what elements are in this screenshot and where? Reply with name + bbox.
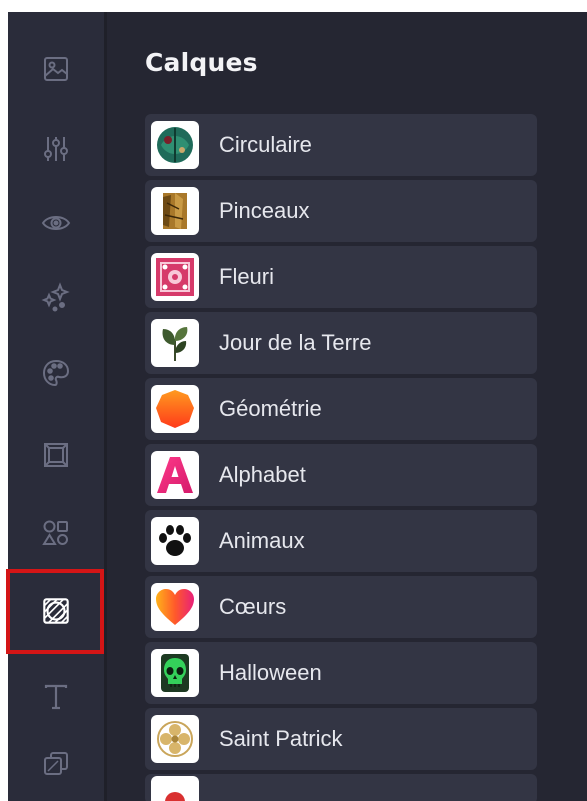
- overlay-category-item[interactable]: Jour de la Terre: [145, 312, 537, 374]
- overlay-category-item[interactable]: Halloween: [145, 642, 537, 704]
- category-label: Halloween: [219, 660, 322, 685]
- category-thumbnail: [151, 451, 199, 499]
- palette-icon: [42, 359, 70, 387]
- floral-pattern-icon: [156, 258, 194, 296]
- category-thumbnail: [151, 583, 199, 631]
- adjustments-sliders-icon: [44, 137, 68, 161]
- category-label: Circulaire: [219, 132, 312, 157]
- circular-leaf-icon: [157, 127, 193, 163]
- category-label: Géométrie: [219, 396, 322, 421]
- overlay-category-item[interactable]: Saint Patrick: [145, 708, 537, 770]
- overlay-category-item[interactable]: Fleuri: [145, 246, 537, 308]
- tool-sidebar: [6, 12, 104, 801]
- polygon-icon: [156, 390, 194, 428]
- leaves-icon: [162, 327, 188, 361]
- tool-adjustments[interactable]: [8, 120, 104, 178]
- panel-title: Calques: [145, 48, 258, 77]
- overlay-category-item[interactable]: Cœurs: [145, 576, 537, 638]
- category-label: Pinceaux: [219, 198, 310, 223]
- category-thumbnail: [151, 319, 199, 367]
- skull-icon: [161, 654, 189, 692]
- tool-shapes[interactable]: [8, 504, 104, 562]
- editor-app: Calques Circulaire Pinceaux Fleuri Jour …: [6, 12, 587, 801]
- letter-a-icon: [157, 457, 193, 493]
- category-thumbnail: [151, 385, 199, 433]
- brush-stroke-icon: [163, 193, 187, 229]
- clover-ornament-icon: [157, 721, 193, 757]
- tool-text[interactable]: [8, 668, 104, 726]
- shapes-icon: [42, 520, 68, 545]
- category-thumbnail: [151, 517, 199, 565]
- overlay-category-item[interactable]: Animaux: [145, 510, 537, 572]
- category-thumbnail: [151, 121, 199, 169]
- heart-icon: [156, 589, 194, 625]
- category-label: Saint Patrick: [219, 726, 343, 751]
- paw-print-icon: [159, 525, 191, 556]
- category-label: Animaux: [219, 528, 305, 553]
- tool-colors[interactable]: [8, 344, 104, 402]
- category-thumbnail: [151, 776, 199, 801]
- image-icon: [44, 57, 68, 81]
- category-thumbnail: [151, 715, 199, 763]
- frame-icon: [44, 443, 68, 467]
- overlay-category-item-partial[interactable]: [145, 774, 537, 801]
- category-thumbnail: [151, 187, 199, 235]
- overlay-category-item[interactable]: Pinceaux: [145, 180, 537, 242]
- partial-thumbnail-icon: [165, 792, 185, 801]
- category-label: Fleuri: [219, 264, 275, 289]
- overlays-panel: Calques Circulaire Pinceaux Fleuri Jour …: [107, 12, 587, 801]
- active-tool-highlight: [6, 569, 104, 654]
- overlay-category-item[interactable]: Alphabet: [145, 444, 537, 506]
- category-thumbnail: [151, 649, 199, 697]
- overlay-category-item[interactable]: Géométrie: [145, 378, 537, 440]
- text-icon: [44, 684, 68, 710]
- tool-image[interactable]: [8, 40, 104, 98]
- overlay-category-list: Circulaire Pinceaux Fleuri Jour de la Te…: [145, 114, 537, 801]
- layers-icon: [44, 752, 68, 775]
- category-thumbnail: [151, 253, 199, 301]
- sparkles-icon: [41, 282, 70, 312]
- tool-layers[interactable]: [8, 736, 104, 794]
- category-label: Jour de la Terre: [219, 330, 372, 355]
- category-label: Alphabet: [219, 462, 306, 487]
- tool-effects[interactable]: [8, 268, 104, 326]
- eye-icon: [41, 216, 71, 230]
- tool-preview[interactable]: [8, 194, 104, 252]
- category-label: Cœurs: [219, 594, 287, 619]
- overlay-category-item[interactable]: Circulaire: [145, 114, 537, 176]
- tool-frames[interactable]: [8, 426, 104, 484]
